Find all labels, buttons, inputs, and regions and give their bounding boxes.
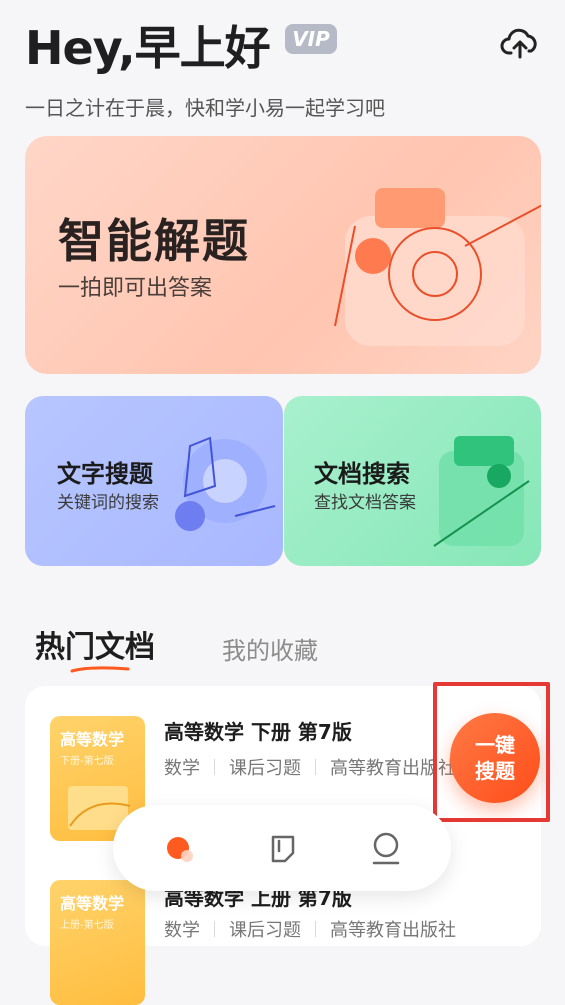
document-meta: 数学 课后习题 高等教育出版社 [164,754,456,780]
meta-type: 课后习题 [229,758,301,779]
greeting-subtitle: 一日之计在于晨，快和学小易一起学习吧 [25,96,385,120]
profile-icon[interactable] [369,831,403,867]
doc-search-subtitle: 查找文档答案 [314,493,416,513]
vip-badge[interactable]: VIP [285,24,337,54]
meta-divider [214,759,215,775]
cover-subtitle: 上册-第七版 [60,920,114,931]
document-illustration-icon [433,436,530,547]
hero-title: 智能解题 [58,214,250,268]
fab-label-line1: 一键 [475,733,515,757]
doc-search-card[interactable]: 文档搜索 查找文档答案 [284,396,541,566]
meta-publisher: 高等教育出版社 [330,920,456,941]
meta-divider [315,921,316,937]
tab-my-favorites[interactable]: 我的收藏 [222,631,318,666]
meta-subject: 数学 [164,920,200,941]
text-search-title: 文字搜题 [57,460,153,488]
document-title[interactable]: 高等数学 下册 第7版 [164,716,352,745]
tab-hot-docs[interactable]: 热门文档 [35,622,155,666]
home-icon[interactable] [163,832,197,866]
one-tap-search-button[interactable]: 一键 搜题 [450,713,540,803]
text-search-subtitle: 关键词的搜索 [57,493,159,513]
document-meta: 数学 课后习题 高等教育出版社 [164,916,456,942]
greeting-title: Hey,早上好 [25,21,271,75]
tab-underline-icon [70,666,130,673]
meta-divider [214,921,215,937]
cloud-upload-icon[interactable] [500,24,540,64]
fab-label-line2: 搜题 [475,759,515,783]
bottom-nav [113,805,451,891]
cover-title: 高等数学 [60,894,125,913]
document-cover[interactable]: 高等数学 上册-第七版 [50,880,145,1005]
notes-icon[interactable] [267,831,299,865]
text-search-card[interactable]: 文字搜题 关键词的搜索 [25,396,283,566]
doc-search-title: 文档搜索 [314,460,410,488]
meta-subject: 数学 [164,758,200,779]
magnifier-illustration-icon [175,436,276,531]
meta-divider [315,759,316,775]
cover-title: 高等数学 [60,730,125,749]
meta-type: 课后习题 [229,920,301,941]
cover-subtitle: 下册-第七版 [60,756,114,767]
hero-subtitle: 一拍即可出答案 [58,276,213,301]
camera-illustration-icon [334,188,541,346]
